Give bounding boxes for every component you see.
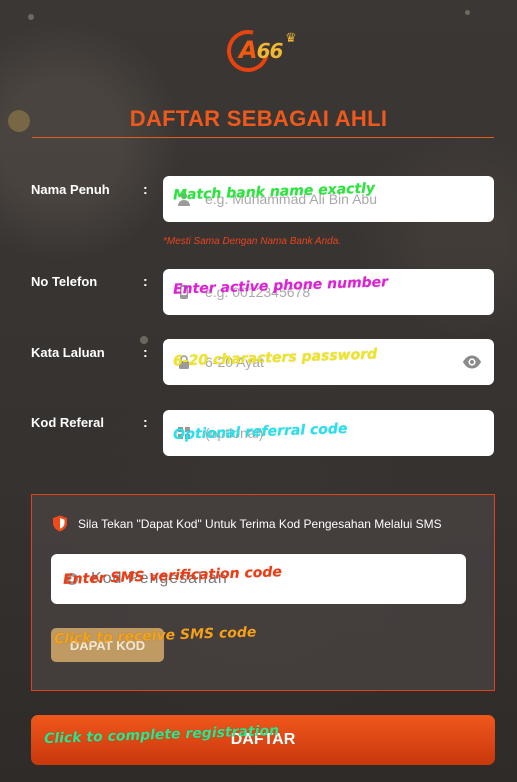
phone-colon: :: [143, 273, 148, 289]
phone-label: No Telefon: [31, 274, 98, 289]
password-colon: :: [143, 344, 148, 360]
sms-notice-text: Sila Tekan "Dapat Kod" Untuk Terima Kod …: [78, 517, 442, 531]
sms-verification-panel: Sila Tekan "Dapat Kod" Untuk Terima Kod …: [31, 494, 495, 691]
a66-logo: A66 ♛: [219, 22, 301, 80]
full-name-colon: :: [143, 181, 148, 197]
title-divider: [32, 137, 494, 138]
password-label: Kata Laluan: [31, 345, 105, 360]
shield-icon: [52, 515, 68, 532]
background-sparkle: [28, 14, 34, 20]
referral-colon: :: [143, 414, 148, 430]
crown-icon: ♛: [285, 30, 297, 45]
background-sparkle: [465, 10, 470, 15]
eye-icon[interactable]: [462, 353, 482, 371]
referral-label: Kod Referal: [31, 415, 104, 430]
logo-wordmark: A66: [239, 36, 283, 64]
bank-name-note: *Mesti Sama Dengan Nama Bank Anda.: [163, 236, 342, 247]
background-sparkle: [140, 336, 148, 344]
page-title: DAFTAR SEBAGAI AHLI: [129, 106, 388, 131]
full-name-label: Nama Penuh: [31, 182, 110, 197]
